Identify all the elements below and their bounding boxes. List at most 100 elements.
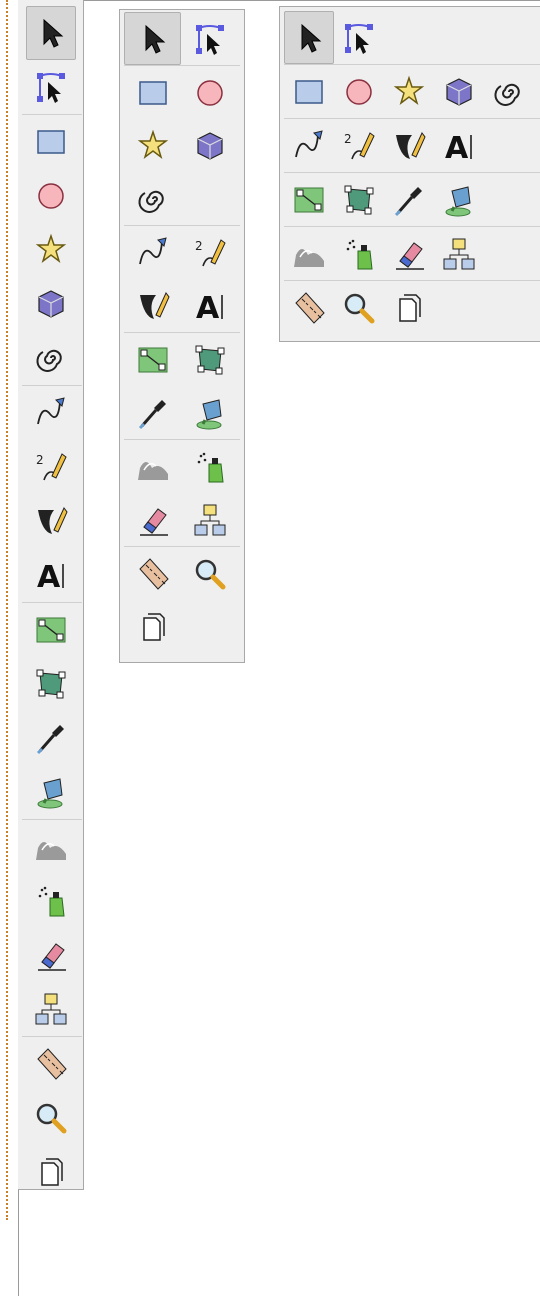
- tool-zoom-button[interactable]: [181, 547, 238, 600]
- tool-paintbucket-button[interactable]: [181, 386, 238, 439]
- tool-connector-button[interactable]: [434, 227, 484, 280]
- tool-mesh-button[interactable]: [26, 657, 76, 711]
- tool-pen-button[interactable]: 2: [26, 440, 76, 494]
- bezier-pen-icon: [32, 394, 70, 432]
- tool-paintbucket-button[interactable]: [26, 765, 76, 819]
- tool-pages-button[interactable]: [26, 1145, 76, 1199]
- tool-measure-button[interactable]: [26, 1037, 76, 1091]
- tool-node-button[interactable]: [26, 60, 76, 114]
- mesh-icon: [32, 665, 70, 703]
- gradient-icon: [32, 611, 70, 649]
- tool-group-3: 2A: [284, 119, 540, 173]
- ellipse-icon: [191, 74, 229, 112]
- tool-tweak-button[interactable]: [284, 227, 334, 280]
- mesh-icon: [191, 341, 229, 379]
- tool-group-4: [124, 333, 240, 440]
- tool-pages-button[interactable]: [124, 600, 181, 653]
- tool-spiral-button[interactable]: [26, 331, 76, 385]
- tool-pencil-button[interactable]: [124, 226, 181, 279]
- tool-star-button[interactable]: [384, 65, 434, 118]
- tool-tweak-button[interactable]: [124, 440, 181, 493]
- tool-pencil-button[interactable]: [26, 386, 76, 440]
- tool-star-button[interactable]: [26, 223, 76, 277]
- tool-selector-button[interactable]: [284, 11, 334, 64]
- tool-pen-button[interactable]: 2: [181, 226, 238, 279]
- tool-box3d-button[interactable]: [181, 119, 238, 172]
- tool-dropper-button[interactable]: [124, 386, 181, 439]
- tool-eraser-button[interactable]: [26, 928, 76, 982]
- tool-connector-button[interactable]: [181, 493, 238, 546]
- tool-spiral-button[interactable]: [124, 172, 181, 225]
- left-dotted-guide: [6, 0, 8, 1220]
- tool-ellipse-button[interactable]: [334, 65, 384, 118]
- ellipse-icon: [32, 177, 70, 215]
- tool-eraser-button[interactable]: [384, 227, 434, 280]
- tool-mesh-button[interactable]: [334, 173, 384, 226]
- tool-pencil-button[interactable]: [284, 119, 334, 172]
- tool-node-button[interactable]: [334, 11, 384, 64]
- tool-group-6: [22, 1037, 82, 1199]
- spiral-icon: [134, 180, 172, 218]
- tool-node-button[interactable]: [181, 12, 238, 65]
- spiral-icon: [490, 73, 528, 111]
- tool-group-1: [22, 6, 82, 115]
- tool-paintbucket-button[interactable]: [434, 173, 484, 226]
- tool-spiral-button[interactable]: [484, 65, 534, 118]
- dropper-icon: [134, 394, 172, 432]
- tool-box3d-button[interactable]: [434, 65, 484, 118]
- calligraphy-icon: [32, 502, 70, 540]
- 3d-box-icon: [32, 285, 70, 323]
- tool-measure-button[interactable]: [284, 281, 334, 334]
- eraser-icon: [134, 501, 172, 539]
- tool-measure-button[interactable]: [124, 547, 181, 600]
- tool-group-2: [124, 66, 240, 226]
- tool-group-5: [22, 820, 82, 1037]
- connector-icon: [191, 501, 229, 539]
- bezier-pen-icon: [134, 234, 172, 272]
- tool-selector-button[interactable]: [124, 12, 181, 65]
- star-icon: [32, 231, 70, 269]
- toolbox-vertical: 2A: [18, 0, 84, 1190]
- tool-spray-button[interactable]: [181, 440, 238, 493]
- pencil-icon: 2: [32, 448, 70, 486]
- tool-tweak-button[interactable]: [26, 820, 76, 874]
- tool-mesh-button[interactable]: [181, 333, 238, 386]
- node-editor-icon: [32, 68, 70, 106]
- measure-icon: [134, 555, 172, 593]
- node-editor-icon: [191, 20, 229, 58]
- tool-zoom-button[interactable]: [26, 1091, 76, 1145]
- tool-ellipse-button[interactable]: [181, 66, 238, 119]
- tool-spray-button[interactable]: [334, 227, 384, 280]
- tool-text-button[interactable]: A: [181, 279, 238, 332]
- tool-calligraphy-button[interactable]: [384, 119, 434, 172]
- tool-spray-button[interactable]: [26, 874, 76, 928]
- tool-box3d-button[interactable]: [26, 277, 76, 331]
- tool-text-button[interactable]: A: [26, 548, 76, 602]
- tool-calligraphy-button[interactable]: [26, 494, 76, 548]
- tool-rect-button[interactable]: [124, 66, 181, 119]
- pages-icon: [390, 289, 428, 327]
- tool-dropper-button[interactable]: [26, 711, 76, 765]
- tool-rect-button[interactable]: [26, 115, 76, 169]
- tool-text-button[interactable]: A: [434, 119, 484, 172]
- tool-connector-button[interactable]: [26, 982, 76, 1036]
- tool-dropper-button[interactable]: [384, 173, 434, 226]
- tool-pen-button[interactable]: 2: [334, 119, 384, 172]
- spray-icon: [191, 448, 229, 486]
- tool-eraser-button[interactable]: [124, 493, 181, 546]
- paint-bucket-icon: [191, 394, 229, 432]
- tool-calligraphy-button[interactable]: [124, 279, 181, 332]
- tool-ellipse-button[interactable]: [26, 169, 76, 223]
- tool-gradient-button[interactable]: [26, 603, 76, 657]
- tool-gradient-button[interactable]: [284, 173, 334, 226]
- measure-icon: [290, 289, 328, 327]
- tool-zoom-button[interactable]: [334, 281, 384, 334]
- tool-pages-button[interactable]: [384, 281, 434, 334]
- tool-gradient-button[interactable]: [124, 333, 181, 386]
- tool-star-button[interactable]: [124, 119, 181, 172]
- tool-group-3: 2A: [22, 386, 82, 603]
- text-icon: A: [191, 287, 229, 325]
- tool-group-4: [284, 173, 540, 227]
- tool-rect-button[interactable]: [284, 65, 334, 118]
- tool-selector-button[interactable]: [26, 6, 76, 60]
